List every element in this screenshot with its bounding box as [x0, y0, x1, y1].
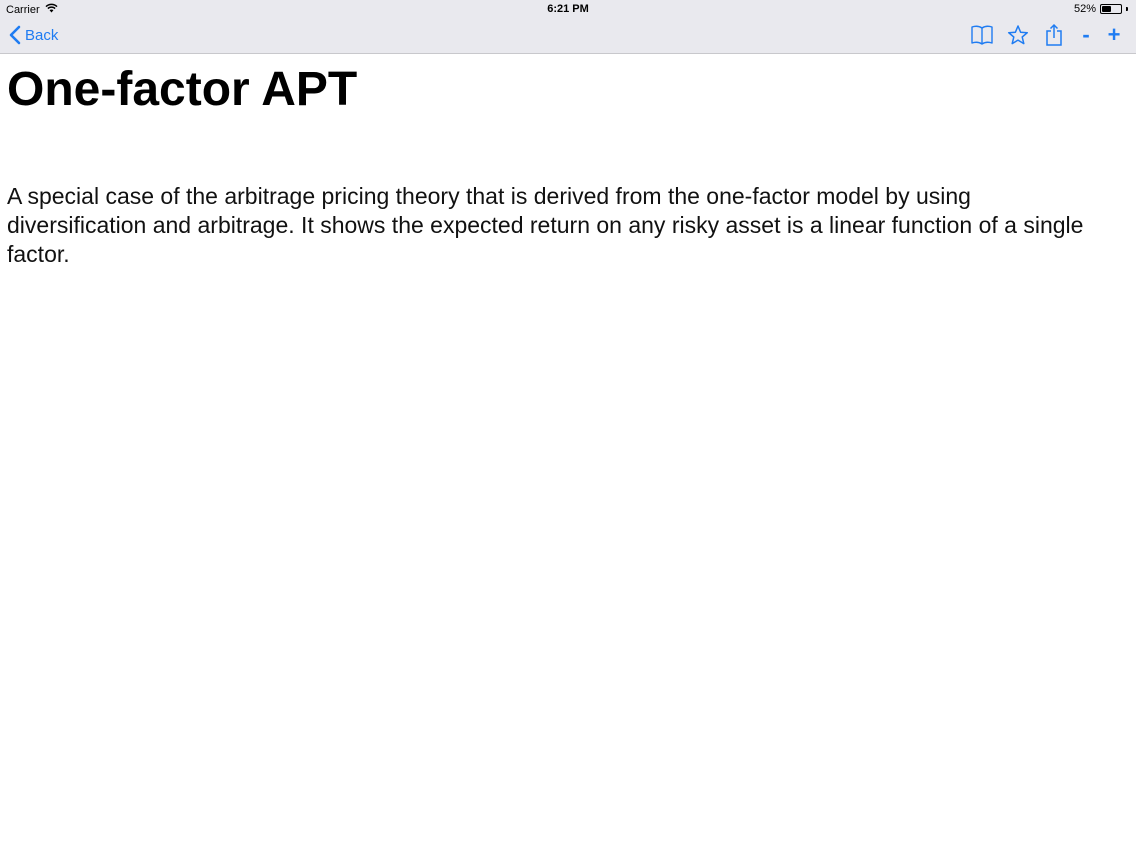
back-button[interactable]: Back — [8, 24, 58, 46]
nav-bar: Back - + — [0, 18, 1136, 54]
battery-percent: 52% — [1073, 3, 1096, 15]
back-button-label: Back — [25, 26, 59, 44]
status-time: 6:21 PM — [547, 3, 589, 15]
zoom-in-button[interactable]: + — [1106, 23, 1122, 47]
book-icon[interactable] — [970, 23, 994, 47]
star-icon[interactable] — [1006, 23, 1030, 47]
entry-content: One-factor APT A special case of the arb… — [7, 54, 1117, 269]
status-right: 52% — [1074, 3, 1128, 15]
battery-icon — [1100, 4, 1122, 14]
battery-tip — [1126, 7, 1128, 11]
chevron-left-icon — [9, 25, 21, 45]
zoom-out-button[interactable]: - — [1078, 23, 1094, 47]
entry-definition: A special case of the arbitrage pricing … — [7, 183, 1084, 267]
entry-title: One-factor APT — [7, 63, 358, 116]
battery-fill — [1102, 6, 1112, 12]
nav-actions: - + — [970, 23, 1122, 47]
share-icon[interactable] — [1042, 23, 1066, 47]
status-bar: Carrier 6:21 PM 52% — [0, 0, 1136, 18]
